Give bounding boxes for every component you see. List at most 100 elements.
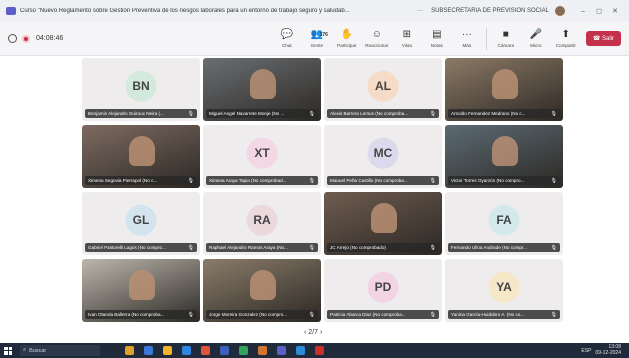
participant-tile[interactable]: XT Ximena Araya Tapia (No comprobad... 🎙	[203, 125, 321, 188]
participant-avatar: GL	[125, 204, 157, 236]
smile-icon: ☺	[371, 29, 382, 40]
taskbar-app-icon[interactable]	[258, 346, 267, 355]
people-label: Gente	[310, 43, 324, 48]
participant-tile[interactable]: Arnoldo Fernandez Medrano (No c... 🎙	[445, 58, 563, 121]
mic-button[interactable]: 🎤 Micro	[523, 29, 549, 48]
participant-avatar: BN	[125, 70, 157, 102]
camera-button[interactable]: ■ Cámara	[493, 29, 519, 48]
taskbar-app-icon[interactable]	[239, 346, 248, 355]
language-indicator[interactable]: ESP	[581, 348, 591, 354]
notes-label: Notas	[430, 43, 443, 48]
camera-label: Cámara	[497, 43, 514, 48]
participant-tile[interactable]: MC Manuel Peña Castillo (No comproba... 🎙	[324, 125, 442, 188]
more-button[interactable]: ··· Más	[454, 29, 480, 48]
teams-icon	[6, 7, 16, 15]
clock-date: 09-12-2024	[595, 349, 621, 356]
video-feed	[129, 136, 156, 167]
taskbar-app-icon[interactable]	[220, 346, 229, 355]
user-avatar[interactable]	[555, 6, 565, 16]
search-placeholder: Buscar	[29, 347, 47, 354]
video-feed	[492, 69, 519, 100]
more-options-button[interactable]: ···	[417, 8, 423, 14]
close-window-button[interactable]: ✕	[607, 7, 623, 15]
restore-button[interactable]: ◻	[591, 7, 607, 15]
mic-muted-icon: 🎙	[429, 177, 436, 184]
share-button[interactable]: ⬆ Compartir	[553, 29, 579, 48]
participant-nameplate: Ivan Otarola Ballerra (No comproba... 🎙	[85, 310, 197, 319]
participant-tile[interactable]: PD Patricia Abarca Diaz (No comproba... 🎙	[324, 259, 442, 322]
mic-muted-icon: 🎙	[550, 177, 557, 184]
participant-nameplate: Ximena Araya Tapia (No comprobad... 🎙	[206, 176, 318, 185]
next-page-button[interactable]: ›	[320, 329, 322, 336]
taskbar-app-icon[interactable]	[315, 346, 324, 355]
view-label: Vista	[401, 43, 412, 48]
participant-tile[interactable]: JC Arrejo (No comprobado) 🎙	[324, 192, 442, 255]
participant-tile[interactable]: Ximena Segovia Pierrapol (No c... 🎙	[82, 125, 200, 188]
participant-nameplate: Manuel Peña Castillo (No comproba... 🎙	[327, 176, 439, 185]
participant-nameplate: Arnoldo Fernandez Medrano (No c... 🎙	[448, 109, 560, 118]
mic-muted-icon: 🎙	[550, 110, 557, 117]
meeting-timer: 04:08:46	[36, 35, 64, 42]
participant-nameplate: Fernando Ulloa Andrade (No compr... 🎙	[448, 243, 560, 252]
participant-tile[interactable]: GL Gabriel Pastorelli Lagos (No compro...…	[82, 192, 200, 255]
mic-muted-icon: 🎙	[550, 311, 557, 318]
participant-name: Ximena Segovia Pierrapol (No c...	[88, 178, 158, 183]
taskbar-search[interactable]: ⌕ Buscar	[20, 345, 100, 356]
participant-tile[interactable]: RA Raphael Alejandro Ramos Araya (No... 🎙	[203, 192, 321, 255]
participant-nameplate: Jorge Moreira Gonzalez (No compro... 🎙	[206, 310, 318, 319]
microphone-icon: 🎤	[529, 29, 543, 40]
participant-name: Ivan Otarola Ballerra (No comproba...	[88, 312, 165, 317]
taskbar-app-icon[interactable]	[163, 346, 172, 355]
taskbar-app-icon[interactable]	[201, 346, 210, 355]
participant-nameplate: Alexis Barrera Lemus (No comproba... 🎙	[327, 109, 439, 118]
participant-name: Victor Torres Oyarzún (No compro...	[451, 178, 525, 183]
taskbar-app-icon[interactable]	[144, 346, 153, 355]
participant-tile[interactable]: BN Benjamin Alejandro Guiroux Neira (... 🎙	[82, 58, 200, 121]
taskbar-apps	[120, 346, 329, 355]
participant-name: Arnoldo Fernandez Medrano (No c...	[451, 111, 526, 116]
taskbar-app-icon[interactable]	[277, 346, 286, 355]
mic-muted-icon: 🎙	[187, 311, 194, 318]
participant-tile[interactable]: AL Alexis Barrera Lemus (No comproba... 🎙	[324, 58, 442, 121]
minimize-button[interactable]: –	[575, 8, 591, 15]
page-indicator: 2/7	[308, 329, 319, 336]
participant-count: 176	[319, 32, 328, 38]
previous-page-button[interactable]: ‹	[304, 329, 306, 336]
mic-muted-icon: 🎙	[308, 177, 315, 184]
taskbar-app-icon[interactable]	[182, 346, 191, 355]
participant-tile[interactable]: FA Fernando Ulloa Andrade (No compr... 🎙	[445, 192, 563, 255]
chat-icon: 💬	[280, 29, 294, 40]
mic-muted-icon: 🎙	[429, 110, 436, 117]
react-button[interactable]: ☺ Reaccionar	[364, 29, 390, 48]
participant-tile[interactable]: Miguel Angel Navarrete Monje (No ... 🎙	[203, 58, 321, 121]
people-button[interactable]: 👥 176 Gente	[304, 29, 330, 48]
participant-nameplate: Raphael Alejandro Ramos Araya (No... 🎙	[206, 243, 318, 252]
leave-button[interactable]: ☎ Salir	[585, 31, 621, 46]
raise-button[interactable]: ✋ Participar	[334, 29, 360, 48]
participant-name: JC Arrejo (No comprobado)	[330, 245, 386, 250]
taskbar-app-icon[interactable]	[125, 346, 134, 355]
view-button[interactable]: ⊞ Vista	[394, 29, 420, 48]
video-feed	[492, 136, 519, 167]
participant-name: Manuel Peña Castillo (No comproba...	[330, 178, 408, 183]
participant-tile[interactable]: YA Yanina García-Huidobro A. (No co... 🎙	[445, 259, 563, 322]
notes-button[interactable]: ▤ Notas	[424, 29, 450, 48]
participant-nameplate: JC Arrejo (No comprobado) 🎙	[327, 243, 439, 252]
taskbar-app-icon[interactable]	[296, 346, 305, 355]
notes-icon: ▤	[432, 29, 442, 40]
participant-tile[interactable]: Jorge Moreira Gonzalez (No compro... 🎙	[203, 259, 321, 322]
mic-muted-icon: 🎙	[308, 110, 315, 117]
share-icon: ⬆	[561, 29, 571, 40]
leave-label: Salir	[601, 36, 614, 42]
clock[interactable]: 13:08 09-12-2024	[595, 344, 621, 356]
chat-button[interactable]: 💬 Chat	[274, 29, 300, 48]
title-bar: Curso "Nuevo Reglamento sobre Gestión Pr…	[0, 0, 629, 22]
participant-tile[interactable]: Victor Torres Oyarzún (No compro... 🎙	[445, 125, 563, 188]
mic-muted-icon: 🎙	[187, 244, 194, 251]
mic-muted-icon: 🎙	[308, 244, 315, 251]
participant-tile[interactable]: Ivan Otarola Ballerra (No comproba... 🎙	[82, 259, 200, 322]
camera-icon: ■	[502, 29, 509, 40]
windows-start-icon[interactable]	[4, 346, 12, 355]
participant-name: Miguel Angel Navarrete Monje (No ...	[209, 111, 285, 116]
video-feed	[250, 69, 277, 100]
